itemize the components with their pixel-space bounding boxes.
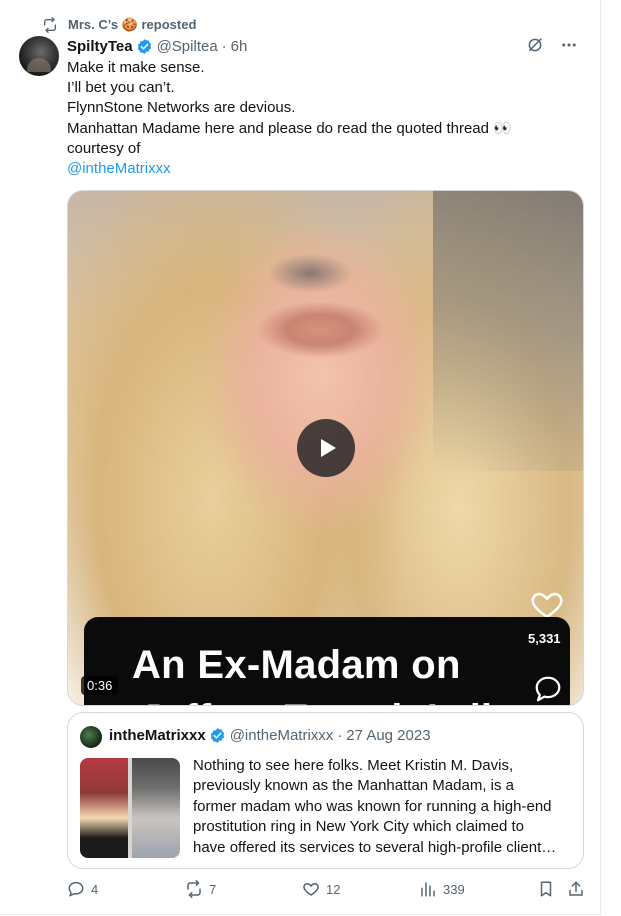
- header-separator: ·: [221, 37, 227, 55]
- tweet-text-line: FlynnStone Networks are devious.: [67, 99, 296, 117]
- repost-count: 7: [209, 881, 217, 897]
- like-count: 12: [326, 881, 341, 897]
- quoted-separator: ·: [337, 727, 343, 744]
- repost-icon: [187, 880, 201, 898]
- quoted-text-line: prostitution ring in New York City which…: [193, 818, 524, 836]
- like-button[interactable]: 12: [302, 880, 340, 898]
- tweet-text-line: I’ll bet you can’t.: [67, 79, 175, 97]
- quoted-handle: @intheMatrixxx: [229, 727, 334, 744]
- quoted-thumbnail-image: [80, 758, 128, 858]
- mention-link[interactable]: @intheMatrixxx: [67, 159, 582, 179]
- author-handle[interactable]: @Spiltea: [157, 38, 218, 55]
- repost-indicator[interactable]: Mrs. C’s 🍪 reposted: [42, 16, 196, 34]
- author-name[interactable]: SpiltyTea: [67, 38, 133, 55]
- views-button[interactable]: 339: [419, 880, 465, 898]
- views-chart-icon: [421, 882, 435, 897]
- more-options-icon[interactable]: [560, 36, 578, 54]
- tweet-header: SpiltyTea @Spiltea · 6h: [67, 36, 247, 56]
- repost-button[interactable]: 7: [185, 880, 216, 898]
- avatar[interactable]: [19, 36, 59, 76]
- video-heart-icon: [531, 592, 563, 619]
- quoted-avatar: [80, 726, 102, 748]
- video-caption-overlay: An Ex-Madam on Jeffrey Epstein’s list: [84, 617, 570, 705]
- quoted-author-name: intheMatrixxx: [109, 727, 206, 744]
- tweet-text-line: Make it make sense.: [67, 59, 205, 76]
- quoted-tweet[interactable]: intheMatrixxx @intheMatrixxx · 27 Aug 20…: [67, 712, 584, 869]
- tweet-card: Mrs. C’s 🍪 reposted SpiltyTea @Spiltea ·…: [0, 0, 601, 915]
- tweet-time[interactable]: 6h: [231, 38, 248, 55]
- tweet-text-line: courtesy of: [67, 139, 141, 157]
- heart-icon: [303, 882, 319, 896]
- repost-label: Mrs. C’s 🍪 reposted: [68, 17, 197, 32]
- bookmark-button[interactable]: [537, 880, 555, 898]
- verified-badge-icon: [210, 728, 224, 743]
- video-like-count: 5,331: [528, 631, 561, 646]
- quoted-header: intheMatrixxx @intheMatrixxx · 27 Aug 20…: [109, 727, 431, 744]
- bookmark-icon: [540, 881, 552, 897]
- video-player[interactable]: An Ex-Madam on Jeffrey Epstein’s list 5,…: [67, 190, 584, 706]
- quoted-text-line: Nothing to see here folks. Meet Kristin …: [193, 757, 514, 774]
- reply-count: 4: [91, 881, 99, 897]
- tweet-action-bar: 4 7 12 339: [67, 880, 584, 902]
- repost-icon: [44, 17, 56, 33]
- quoted-text: Nothing to see here folks. Meet Kristin …: [193, 756, 573, 858]
- video-comment-icon: [535, 676, 561, 702]
- reply-icon: [68, 881, 84, 897]
- video-caption-line: Jeffrey Epstein’s list: [140, 697, 528, 705]
- reply-button[interactable]: 4: [67, 880, 98, 898]
- share-icon: [569, 881, 583, 896]
- tweet-text-line: Manhattan Madame here and please do read…: [67, 119, 512, 137]
- grok-icon[interactable]: [526, 36, 544, 54]
- video-frame-background: [433, 191, 583, 471]
- share-button[interactable]: [567, 880, 585, 898]
- quoted-date: 27 Aug 2023: [346, 727, 431, 744]
- quoted-thumbnail-image: [132, 758, 180, 858]
- video-caption-line: An Ex-Madam on: [132, 643, 461, 687]
- views-count: 339: [443, 881, 465, 897]
- tweet-text: Make it make sense. I’ll bet you can’t. …: [67, 58, 582, 179]
- verified-badge-icon: [137, 38, 151, 54]
- video-duration: 0:36: [81, 676, 119, 695]
- quoted-text-line: have offered its services to several hig…: [193, 838, 557, 856]
- quoted-thumbnail: [80, 758, 180, 858]
- tweet-header-actions: [526, 36, 578, 54]
- quoted-text-line: previously known as the Manhattan Madam,…: [193, 777, 514, 795]
- play-icon: [321, 439, 336, 457]
- play-button[interactable]: [297, 419, 355, 477]
- quoted-text-line: former madam who was known for running a…: [193, 797, 552, 815]
